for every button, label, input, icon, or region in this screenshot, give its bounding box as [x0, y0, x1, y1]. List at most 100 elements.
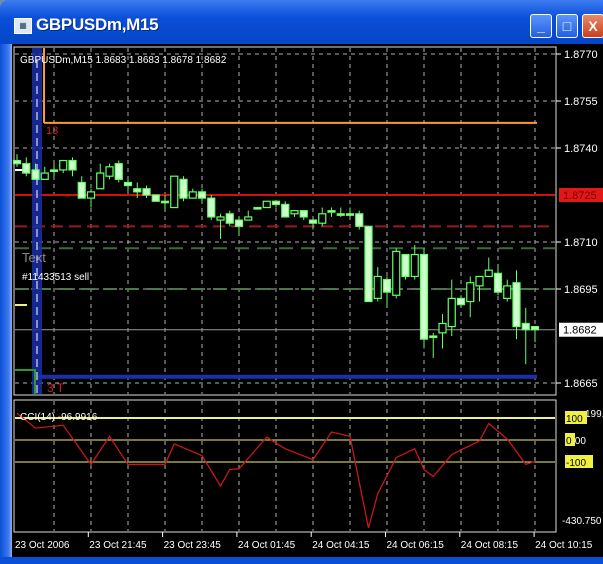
candle-body-bull: [466, 282, 475, 303]
price-tick-label: 1.8740: [564, 143, 598, 155]
candle: [281, 201, 290, 218]
candle-body-bear: [22, 163, 31, 174]
candle: [40, 166, 49, 180]
candle: [271, 200, 281, 208]
candle-body-bear: [253, 206, 262, 210]
time-label: 24 Oct 10:15: [535, 540, 593, 551]
candle: [170, 175, 179, 209]
candle-body-bear: [429, 335, 438, 339]
candle-body-bear: [123, 181, 133, 187]
candle-body-bull: [392, 250, 401, 296]
candle-body-bear: [345, 213, 355, 216]
candle-body-bull: [96, 172, 105, 190]
candle-body-bear: [419, 253, 429, 340]
candle: [197, 188, 207, 202]
candle: [530, 326, 540, 343]
candle-body-bear: [401, 253, 410, 278]
candle-body-bear: [197, 191, 207, 199]
candle-body-bear: [160, 200, 170, 204]
candle-body-bear: [271, 200, 281, 205]
candle-body-bull: [188, 191, 197, 199]
candle: [234, 216, 244, 236]
candle-body-bull: [438, 322, 447, 334]
candle-body-bear: [299, 210, 308, 218]
candle-body-bear: [382, 279, 392, 293]
candle-body-bear: [179, 178, 188, 199]
cci-level-label: -100: [566, 458, 586, 469]
candle-body-bear: [308, 219, 318, 224]
candle: [345, 207, 355, 217]
take-profit-label: 13: [46, 125, 58, 137]
candle: [484, 257, 493, 278]
candle: [512, 270, 521, 340]
candle-body-bull: [170, 175, 179, 209]
candle-body-bear: [207, 197, 216, 218]
candle: [59, 159, 68, 174]
candle-body-bear: [77, 181, 86, 199]
candle-body-bull: [290, 210, 299, 215]
cci-scale-top: 199.999: [585, 409, 603, 420]
cci-label: CCI(14) -96.9916: [20, 412, 98, 423]
candle-body-bull: [484, 269, 493, 278]
candle-body-bull: [262, 200, 271, 209]
candle: [290, 210, 299, 217]
red-price-label: 1.8725: [563, 190, 597, 202]
price-tick-label: 1.8695: [564, 284, 598, 296]
candle: [419, 248, 429, 349]
price-tick-label: 1.8770: [564, 49, 598, 61]
candle: [96, 163, 105, 190]
candle: [410, 245, 419, 280]
candle: [327, 207, 336, 217]
time-label: 24 Oct 08:15: [461, 540, 519, 551]
candle: [142, 185, 151, 199]
price-tick-label: 1.8755: [564, 96, 598, 108]
candle: [318, 207, 327, 227]
candle: [49, 163, 59, 177]
candle: [114, 160, 123, 183]
cci-line: [16, 412, 536, 529]
order-label[interactable]: #11433513 sell: [22, 272, 89, 283]
candle-body-bull: [244, 216, 253, 221]
price-chart[interactable]: 1.8770 1.8755 1.8740 1.8710 1.8695 1.8665 1.87…: [0, 0, 603, 564]
cci-scale-bottom: -430.750: [562, 516, 602, 527]
candle-body-bull: [318, 213, 327, 224]
cci-zero-suffix: .00: [572, 436, 586, 447]
candle: [392, 248, 401, 299]
price-tick-label: 1.8710: [564, 237, 598, 249]
candle-body-bear: [493, 272, 503, 293]
stop-loss-label: 3 T: [47, 381, 65, 395]
candle: [382, 276, 392, 308]
candle: [503, 279, 512, 302]
candle: [105, 163, 114, 180]
candle: [123, 179, 133, 192]
candle: [364, 225, 373, 303]
candle-body-bear: [225, 213, 234, 224]
candle-body-bear: [336, 213, 345, 216]
candle: [179, 176, 188, 202]
candle: [160, 195, 170, 211]
candle: [299, 210, 308, 221]
candle: [336, 207, 345, 217]
time-label: 23 Oct 2006: [15, 540, 70, 551]
candle-body-bull: [410, 253, 419, 278]
candle-body-bear: [281, 203, 290, 218]
candle-body-bear: [114, 163, 123, 180]
candle-body-bear: [68, 159, 77, 171]
candle-body-bear: [355, 213, 364, 227]
bid-price-label: 1.8682: [563, 325, 597, 337]
text-object[interactable]: Text: [22, 250, 46, 265]
time-label: 24 Oct 01:45: [238, 540, 296, 551]
candle: [429, 332, 438, 358]
candle-body-bull: [40, 172, 49, 180]
candle-body-bull: [59, 159, 68, 171]
time-label: 24 Oct 04:15: [312, 540, 370, 551]
candle: [355, 210, 364, 230]
candle: [401, 253, 410, 280]
candle: [521, 307, 530, 365]
candle-body-bear: [49, 169, 59, 173]
candle: [207, 195, 216, 221]
candle-body-bull: [86, 191, 96, 199]
candle-body-bear: [31, 169, 40, 180]
candle: [456, 295, 466, 308]
candle: [262, 200, 271, 209]
